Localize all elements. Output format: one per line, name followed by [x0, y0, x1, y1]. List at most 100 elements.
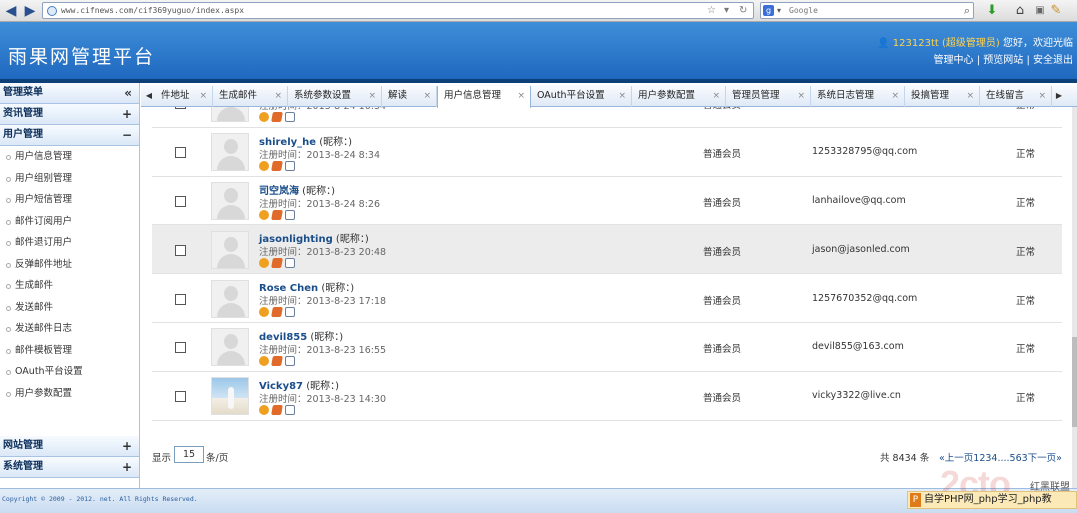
page-size-input[interactable]: 15 [174, 446, 204, 463]
edit-icon[interactable] [271, 160, 283, 171]
tab-scroll-right-icon[interactable]: ▶ [1053, 86, 1065, 106]
row-checkbox[interactable] [175, 147, 186, 159]
close-icon[interactable]: × [797, 86, 805, 106]
edit-icon[interactable] [271, 209, 283, 220]
table-row[interactable]: devil855 (昵称：) 注册时间：2013-8-23 16:55 普通会员 de… [152, 323, 1062, 372]
sidebar-item-bounce-addresses[interactable]: 反弹邮件地址 [0, 254, 139, 276]
sidebar-item-mail-log[interactable]: 发送邮件日志 [0, 318, 139, 340]
tab-system-log[interactable]: 系统日志管理 × [811, 86, 905, 107]
sidebar-item-send-mail[interactable]: 发送邮件 [0, 297, 139, 319]
row-checkbox[interactable] [175, 342, 186, 354]
message-icon[interactable] [285, 112, 295, 122]
addon-icon[interactable]: ▣ [1032, 2, 1048, 20]
engine-dropdown-icon[interactable]: ▾ [777, 3, 781, 19]
expand-icon[interactable]: + [122, 436, 132, 456]
download-icon[interactable]: ⬇ [984, 2, 1000, 20]
row-checkbox[interactable] [175, 107, 186, 110]
edit-icon[interactable] [271, 404, 283, 415]
sidebar-item-generate-mail[interactable]: 生成邮件 [0, 275, 139, 297]
forward-icon[interactable]: ▶ [21, 2, 39, 20]
header-links[interactable]: 管理中心 | 预览网站 | 安全退出 [934, 51, 1073, 66]
tab-generate-mail[interactable]: 生成邮件 × [213, 86, 288, 107]
close-icon[interactable]: × [712, 86, 720, 106]
tab-bounce-addresses[interactable]: 件地址 × [155, 86, 213, 107]
user-profile-icon[interactable] [259, 258, 269, 269]
collapse-icon[interactable]: « [124, 83, 132, 103]
row-checkbox[interactable] [175, 293, 186, 305]
scrollbar[interactable] [1072, 107, 1077, 488]
user-name-link[interactable]: devil855 (昵称：) [259, 328, 343, 343]
close-icon[interactable]: × [891, 86, 899, 106]
row-checkbox[interactable] [175, 244, 186, 256]
tab-admin-manage[interactable]: 管理员管理 × [726, 86, 811, 107]
user-profile-icon[interactable] [259, 112, 269, 122]
table-row[interactable]: Vicky87 (昵称：) 注册时间：2013-8-23 14:30 普通会员 vic… [152, 372, 1062, 421]
user-name-link[interactable]: jasonlighting (昵称：) [259, 230, 369, 245]
tab-scroll-left-icon[interactable]: ◀ [143, 86, 155, 106]
search-icon[interactable]: ⌕ [964, 3, 970, 19]
sidebar-section-system[interactable]: 系统管理 + [0, 457, 139, 478]
user-profile-icon[interactable] [259, 356, 269, 366]
message-icon[interactable] [285, 404, 295, 415]
tab-oauth[interactable]: OAuth平台设置 × [531, 86, 632, 107]
tab-user-params[interactable]: 用户参数配置 × [632, 86, 726, 107]
edit-icon[interactable] [271, 356, 283, 366]
message-icon[interactable] [285, 160, 295, 171]
tab-submissions[interactable]: 投搞管理 × [905, 86, 980, 107]
close-icon[interactable]: × [1038, 86, 1046, 106]
search-bar[interactable]: g ▾ Google ⌕ [760, 2, 974, 19]
table-row[interactable]: jasonlighting (昵称：) 注册时间：2013-8-23 20:48 普… [152, 225, 1062, 275]
row-checkbox[interactable] [175, 391, 186, 403]
user-name-link[interactable]: Vicky87 (昵称：) [259, 377, 339, 392]
close-icon[interactable]: × [966, 86, 974, 106]
close-icon[interactable]: × [199, 86, 207, 106]
message-icon[interactable] [285, 209, 295, 220]
collapse-section-icon[interactable]: − [122, 125, 132, 145]
extension-icon[interactable]: ✎ [1048, 2, 1064, 20]
bookmark-star-icon[interactable]: ☆ [707, 3, 716, 19]
user-profile-icon[interactable] [259, 209, 269, 220]
tab-user-info[interactable]: 用户信息管理 × [437, 86, 531, 108]
sidebar-item-oauth[interactable]: OAuth平台设置 [0, 361, 139, 383]
table-row[interactable]: shirely_he (昵称：) 注册时间：2013-8-24 8:34 普通会员 1… [152, 128, 1062, 177]
sidebar-item-user-sms[interactable]: 用户短信管理 [0, 189, 139, 211]
tab-interpretation[interactable]: 解读 × [382, 86, 437, 107]
table-row[interactable]: 司空岚海 (昵称：) 注册时间：2013-8-24 8:26 普通会员 lanhail… [152, 177, 1062, 226]
user-name-link[interactable]: Rose Chen (昵称：) [259, 279, 354, 294]
reload-icon[interactable]: ↻ [739, 3, 747, 19]
edit-icon[interactable] [271, 307, 283, 318]
tab-messages[interactable]: 在线留言 × [980, 86, 1052, 107]
close-icon[interactable]: × [423, 86, 431, 106]
sidebar-section-users[interactable]: 用户管理 − [0, 125, 139, 146]
message-icon[interactable] [285, 307, 295, 318]
message-icon[interactable] [285, 356, 295, 366]
table-row[interactable]: Rose Chen (昵称：) 注册时间：2013-8-23 17:18 普通会员 1… [152, 274, 1062, 323]
message-icon[interactable] [285, 258, 295, 269]
sidebar-item-mail-subscribers[interactable]: 邮件订阅用户 [0, 211, 139, 233]
table-row[interactable]: 注册时间：2013-8-24 10:34普通会员1146777353@qq.co… [152, 107, 1062, 128]
close-icon[interactable]: × [618, 86, 626, 106]
tab-system-params[interactable]: 系统参数设置 × [288, 86, 382, 107]
sidebar-section-site[interactable]: 网站管理 + [0, 436, 139, 457]
address-bar[interactable]: www.cifnews.com/cif369yuguo/index.aspx ☆… [42, 2, 754, 19]
user-profile-icon[interactable] [259, 160, 269, 171]
close-icon[interactable]: × [517, 86, 525, 106]
sidebar-item-mail-unsubscribers[interactable]: 邮件退订用户 [0, 232, 139, 254]
close-icon[interactable]: × [274, 86, 282, 106]
user-name[interactable]: 123123tt [893, 38, 939, 49]
back-icon[interactable]: ◀ [2, 2, 20, 20]
close-icon[interactable]: × [368, 86, 376, 106]
sidebar-item-mail-templates[interactable]: 邮件模板管理 [0, 340, 139, 362]
expand-icon[interactable]: + [122, 457, 132, 477]
page-links[interactable]: «上一页1234....563下一页» [939, 450, 1062, 464]
dropdown-arrow-icon[interactable]: ▾ [724, 3, 729, 19]
user-profile-icon[interactable] [259, 404, 269, 415]
sidebar-item-user-params[interactable]: 用户参数配置 [0, 383, 139, 405]
sidebar-item-user-groups[interactable]: 用户组别管理 [0, 168, 139, 190]
sidebar-section-news[interactable]: 资讯管理 + [0, 104, 139, 125]
user-profile-icon[interactable] [259, 307, 269, 318]
row-checkbox[interactable] [175, 195, 186, 207]
expand-icon[interactable]: + [122, 104, 132, 124]
home-icon[interactable]: ⌂ [1012, 2, 1028, 20]
sidebar-item-user-info[interactable]: 用户信息管理 [0, 146, 139, 168]
